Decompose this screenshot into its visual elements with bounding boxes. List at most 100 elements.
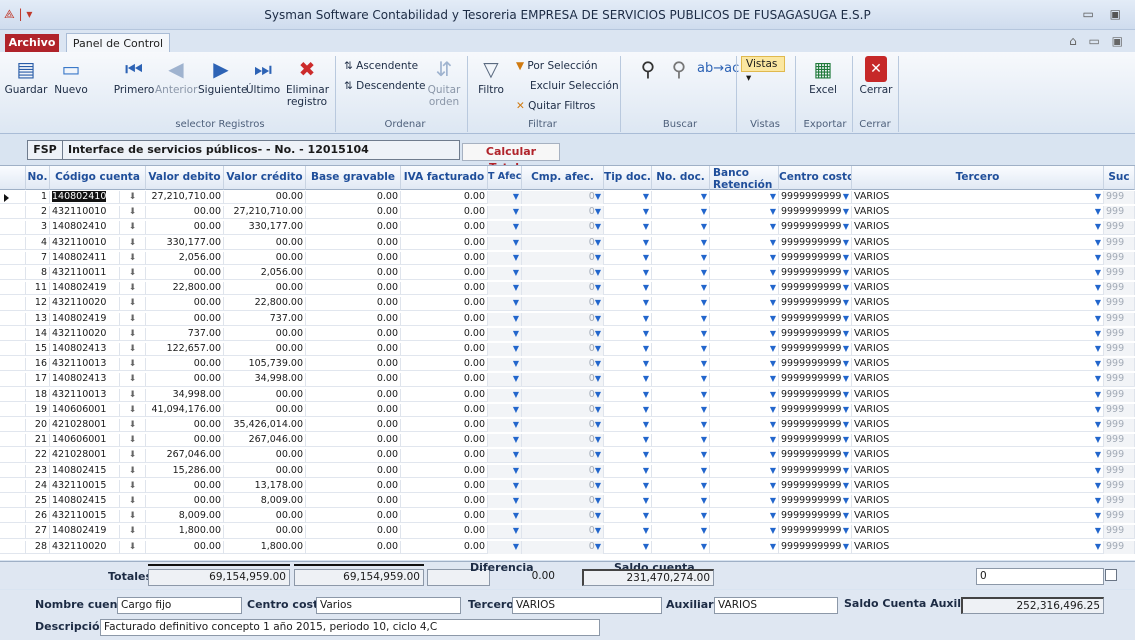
chevron-down-icon[interactable]: ▼ — [513, 541, 519, 553]
cell-credito[interactable]: 737.00 — [224, 312, 306, 326]
chevron-down-icon[interactable]: ▼ — [643, 267, 649, 279]
table-row[interactable]: 24 432110015 ⬇ 00.00 13,178.00 0.00 0.00 ▼ ▼ 0 ▼ ▼ ▼… — [0, 479, 1135, 493]
cell-centro[interactable]: ▼ 9999999999 — [779, 373, 852, 387]
cell-debito[interactable]: 00.00 — [146, 221, 224, 235]
table-row[interactable]: 21 140606001 ⬇ 00.00 267,046.00 0.00 0.00 ▼ ▼ 0 ▼ ▼… — [0, 434, 1135, 448]
cell-cmp[interactable]: ▼ 0 — [522, 495, 604, 508]
banco-dropdown[interactable]: ▼ — [710, 479, 779, 493]
chevron-down-icon[interactable]: ▼ — [770, 480, 776, 492]
chevron-down-icon[interactable]: ▼ — [595, 237, 601, 249]
chevron-down-icon[interactable]: ▼ — [513, 373, 519, 385]
cell-tercero[interactable]: ▼ VARIOS — [852, 267, 1104, 280]
cell-suc[interactable]: 999 — [1104, 388, 1135, 402]
chevron-down-icon[interactable]: ▼ — [513, 328, 519, 340]
chevron-down-icon[interactable]: ▼ — [595, 267, 601, 279]
cell-suc[interactable]: 999 — [1104, 403, 1135, 417]
chevron-down-icon[interactable]: ▼ — [701, 221, 707, 233]
chevron-down-icon[interactable]: ▼ — [595, 449, 601, 461]
chevron-down-icon[interactable]: ▼ — [770, 434, 776, 446]
cell-codigo[interactable]: 140802415 — [50, 464, 120, 478]
banco-dropdown[interactable]: ▼ — [710, 358, 779, 372]
chevron-down-icon[interactable]: ▼ — [843, 389, 849, 401]
nodoc-dropdown[interactable]: ▼ — [652, 479, 710, 493]
chevron-down-icon[interactable]: ▼ — [843, 495, 849, 507]
nodoc-dropdown[interactable]: ▼ — [652, 510, 710, 524]
cell-centro[interactable]: ▼ 9999999999 — [779, 419, 852, 432]
nodoc-dropdown[interactable]: ▼ — [652, 297, 710, 311]
chevron-down-icon[interactable]: ▼ — [701, 358, 707, 370]
chevron-down-icon[interactable]: ▼ — [1095, 525, 1101, 537]
cell-centro[interactable]: ▼ 9999999999 — [779, 479, 852, 493]
nodoc-dropdown[interactable]: ▼ — [652, 434, 710, 448]
chevron-down-icon[interactable]: ▼ — [643, 237, 649, 249]
cell-no[interactable]: 24 — [26, 479, 50, 493]
cell-no[interactable]: 3 — [26, 221, 50, 235]
header-centro-costo[interactable]: Centro costo — [779, 166, 852, 190]
tab-panel-de-control[interactable]: Panel de Control — [66, 33, 170, 53]
cell-codigo[interactable]: 140802410 — [50, 191, 120, 204]
cell-debito[interactable]: 00.00 — [146, 297, 224, 311]
chevron-down-icon[interactable]: ▼ — [843, 449, 849, 461]
cell-codigo[interactable]: 432110015 — [50, 510, 120, 524]
cell-credito[interactable]: 105,739.00 — [224, 358, 306, 372]
cell-tercero[interactable]: ▼ VARIOS — [852, 251, 1104, 265]
chevron-down-icon[interactable]: ▼ — [843, 267, 849, 279]
ultimo-button[interactable]: ⏭ Último — [245, 56, 281, 96]
cell-codigo[interactable]: 432110011 — [50, 267, 120, 280]
cell-base[interactable]: 0.00 — [306, 343, 401, 356]
chevron-down-icon[interactable]: ▼ — [513, 313, 519, 325]
cell-iva[interactable]: 0.00 — [401, 312, 488, 326]
tafec-dropdown[interactable]: ▼ — [488, 388, 522, 402]
chevron-down-icon[interactable]: ▼ — [643, 282, 649, 294]
chevron-down-icon[interactable]: ▼ — [1095, 434, 1101, 446]
chevron-down-icon[interactable]: ▼ — [595, 206, 601, 218]
cell-iva[interactable]: 0.00 — [401, 221, 488, 235]
cell-base[interactable]: 0.00 — [306, 510, 401, 524]
cell-debito[interactable]: 34,998.00 — [146, 388, 224, 402]
account-lookup-icon[interactable]: ⬇ — [120, 191, 146, 204]
header-valor-credito[interactable]: Valor crédito — [224, 166, 306, 190]
chevron-down-icon[interactable]: ▼ — [770, 358, 776, 370]
cell-base[interactable]: 0.00 — [306, 403, 401, 417]
cell-cmp[interactable]: ▼ 0 — [522, 510, 604, 524]
chevron-down-icon[interactable]: ▼ — [643, 510, 649, 522]
row-selector[interactable] — [0, 297, 26, 311]
cell-no[interactable]: 8 — [26, 267, 50, 280]
chevron-down-icon[interactable]: ▼ — [595, 510, 601, 522]
chevron-down-icon[interactable]: ▼ — [701, 510, 707, 522]
cell-cmp[interactable]: ▼ 0 — [522, 419, 604, 432]
cell-debito[interactable]: 41,094,176.00 — [146, 403, 224, 417]
table-row[interactable]: 26 432110015 ⬇ 8,009.00 00.00 0.00 0.00 ▼ ▼ 0 ▼ ▼ ▼ ▼… — [0, 510, 1135, 524]
chevron-down-icon[interactable]: ▼ — [770, 282, 776, 294]
siguiente-button[interactable]: ▶ Siguiente — [198, 56, 248, 96]
chevron-down-icon[interactable]: ▼ — [1095, 358, 1101, 370]
cell-suc[interactable]: 999 — [1104, 358, 1135, 372]
account-lookup-icon[interactable]: ⬇ — [120, 312, 146, 326]
chevron-down-icon[interactable]: ▼ — [513, 343, 519, 355]
cell-credito[interactable]: 00.00 — [224, 282, 306, 296]
cell-codigo[interactable]: 140802419 — [50, 525, 120, 539]
chevron-down-icon[interactable]: ▼ — [701, 373, 707, 385]
cell-no[interactable]: 19 — [26, 403, 50, 417]
cell-codigo[interactable]: 140802415 — [50, 495, 120, 508]
chevron-down-icon[interactable]: ▼ — [843, 465, 849, 477]
chevron-down-icon[interactable]: ▼ — [595, 434, 601, 446]
chevron-down-icon[interactable]: ▼ — [701, 419, 707, 431]
cell-cmp[interactable]: ▼ 0 — [522, 540, 604, 554]
row-selector[interactable] — [0, 282, 26, 296]
cell-cmp[interactable]: ▼ 0 — [522, 388, 604, 402]
table-row[interactable]: 3 140802410 ⬇ 00.00 330,177.00 0.00 0.00 ▼ ▼ 0 ▼ ▼ ▼… — [0, 221, 1135, 235]
chevron-down-icon[interactable]: ▼ — [701, 191, 707, 203]
cell-iva[interactable]: 0.00 — [401, 525, 488, 539]
cell-base[interactable]: 0.00 — [306, 525, 401, 539]
tipdoc-dropdown[interactable]: ▼ — [604, 251, 652, 265]
cell-suc[interactable]: 999 — [1104, 327, 1135, 341]
chevron-down-icon[interactable]: ▼ — [701, 495, 707, 507]
cell-centro[interactable]: ▼ 9999999999 — [779, 251, 852, 265]
chevron-down-icon[interactable]: ▼ — [595, 373, 601, 385]
table-row[interactable]: 22 421028001 ⬇ 267,046.00 00.00 0.00 0.00 ▼ ▼ 0 ▼ ▼… — [0, 449, 1135, 463]
cell-iva[interactable]: 0.00 — [401, 388, 488, 402]
nodoc-dropdown[interactable]: ▼ — [652, 388, 710, 402]
cell-no[interactable]: 11 — [26, 282, 50, 296]
chevron-down-icon[interactable]: ▼ — [843, 541, 849, 553]
